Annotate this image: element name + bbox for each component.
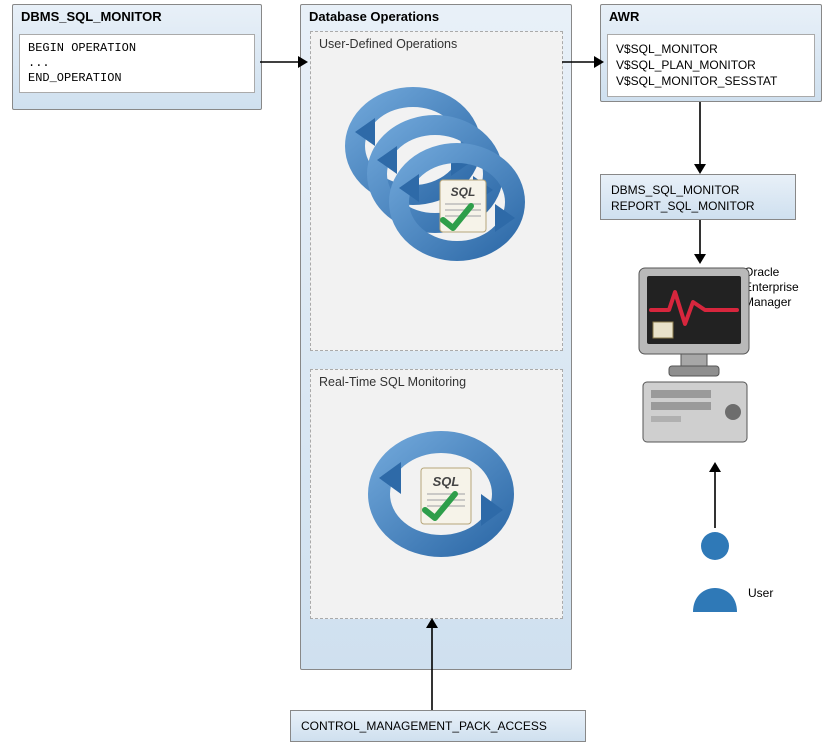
- real-time-sql-monitoring-panel: Real-Time SQL Monitoring SQL: [310, 369, 563, 619]
- real-time-sql-monitoring-title: Real-Time SQL Monitoring: [311, 370, 562, 391]
- control-management-pack-box: CONTROL_MANAGEMENT_PACK_ACCESS: [290, 710, 586, 742]
- arrow-user-to-em: [705, 462, 725, 528]
- dbms-sql-monitor-title: DBMS_SQL_MONITOR: [13, 5, 261, 28]
- awr-views: V$SQL_MONITOR V$SQL_PLAN_MONITOR V$SQL_M…: [607, 34, 815, 97]
- arrow-awr-to-report: [690, 102, 710, 174]
- database-operations-title: Database Operations: [301, 5, 571, 28]
- awr-panel: AWR V$SQL_MONITOR V$SQL_PLAN_MONITOR V$S…: [600, 4, 822, 102]
- user-defined-operations-title: User-Defined Operations: [311, 32, 562, 53]
- awr-views-text: V$SQL_MONITOR V$SQL_PLAN_MONITOR V$SQL_M…: [616, 42, 777, 88]
- svg-text:SQL: SQL: [451, 185, 476, 199]
- database-operations-panel: Database Operations User-Defined Operati…: [300, 4, 572, 670]
- sql-cycle-icon: SQL: [341, 72, 531, 335]
- arrow-dbops-to-awr: [562, 52, 604, 72]
- arrow-dbms-to-dbops: [260, 52, 308, 72]
- user-label: User: [748, 586, 773, 600]
- user-icon: [687, 530, 743, 619]
- arrow-param-to-rt: [422, 618, 442, 710]
- user-defined-operations-panel: User-Defined Operations: [310, 31, 563, 351]
- svg-text:SQL: SQL: [433, 474, 460, 489]
- dbms-sql-monitor-code: BEGIN OPERATION ... END_OPERATION: [19, 34, 255, 93]
- report-sql-monitor-box: DBMS_SQL_MONITOR REPORT_SQL_MONITOR: [600, 174, 796, 220]
- dbms-sql-monitor-panel: DBMS_SQL_MONITOR BEGIN OPERATION ... END…: [12, 4, 262, 110]
- sql-cycle-icon: SQL: [361, 414, 521, 577]
- awr-title: AWR: [601, 5, 821, 28]
- arrow-report-to-em: [690, 220, 710, 264]
- computer-icon: [633, 262, 768, 465]
